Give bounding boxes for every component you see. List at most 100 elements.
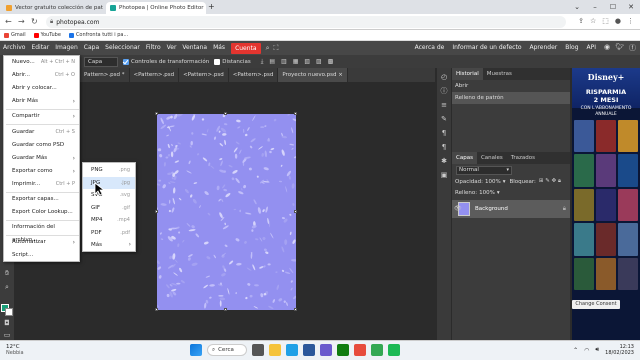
file-menu-info-archivo[interactable]: Información del archivo... <box>4 221 79 243</box>
chevron-down-icon[interactable]: ▾ <box>497 190 500 196</box>
file-menu-export-lookup[interactable]: Export Color Lookup... <box>4 206 79 219</box>
file-menu-exportar-capas[interactable]: Exportar capas... <box>4 193 79 206</box>
extensions-icon[interactable]: ⬚ <box>602 17 609 25</box>
chevron-down-icon[interactable]: ⌄ <box>568 3 586 11</box>
close-icon[interactable]: × <box>103 5 104 11</box>
file-menu-guardar-psd[interactable]: Guardar como PSD <box>4 139 79 152</box>
link-acerca[interactable]: Acerca de <box>411 41 449 55</box>
minimize-icon[interactable]: – <box>586 3 604 11</box>
url-input[interactable]: 🔒︎ photopea.com <box>46 16 566 28</box>
history-item[interactable]: Relleno de patrón <box>452 92 570 104</box>
change-consent-button[interactable]: Change Consent <box>572 300 620 309</box>
file-menu-automatizar[interactable]: Automatizar › <box>4 236 79 249</box>
export-svg[interactable]: SVG .svg <box>83 189 135 202</box>
tab-canales[interactable]: Canales <box>477 152 507 164</box>
doc-tab[interactable]: Pattern>.psd * <box>80 68 130 82</box>
reddit-icon[interactable]: ◉ <box>604 43 610 53</box>
paragraph-icon[interactable]: ¶ <box>439 142 449 152</box>
tab-trazados[interactable]: Trazados <box>507 152 539 164</box>
transform-handle[interactable] <box>224 308 227 311</box>
doc-tab[interactable]: <Pattern>.psd <box>229 68 279 82</box>
menu-imagen[interactable]: Imagen <box>52 41 81 55</box>
css-icon[interactable]: ✱ <box>439 156 449 166</box>
export-gif[interactable]: GIF .gif <box>83 202 135 215</box>
app-icon[interactable] <box>354 344 366 356</box>
forward-icon[interactable]: → <box>18 17 25 26</box>
file-menu-script[interactable]: Script... <box>4 249 79 262</box>
close-icon[interactable]: × <box>338 72 343 78</box>
menu-mas[interactable]: Más <box>210 41 228 55</box>
account-button[interactable]: Cuenta <box>231 42 261 54</box>
xbox-icon[interactable] <box>337 344 349 356</box>
close-icon[interactable]: × <box>204 5 207 11</box>
background-color-swatch[interactable] <box>5 308 13 316</box>
transform-controls-checkbox[interactable]: Controles de transformación <box>123 58 209 65</box>
character-icon[interactable]: ¶ <box>439 128 449 138</box>
zoom-icon[interactable]: ⌕ <box>2 282 12 292</box>
align-left-icon[interactable]: ▤ <box>269 58 275 66</box>
visibility-eye-icon[interactable]: 👁︎ <box>454 205 462 212</box>
task-view-icon[interactable] <box>252 344 264 356</box>
chevron-down-icon[interactable]: ▾ <box>503 179 506 185</box>
export-png[interactable]: PNG .png <box>83 164 135 177</box>
file-menu-compartir[interactable]: Compartir › <box>4 110 79 123</box>
new-tab-button[interactable]: + <box>208 2 215 11</box>
menu-capa[interactable]: Capa <box>81 41 102 55</box>
profile-icon[interactable]: ● <box>615 17 621 25</box>
lock-icons[interactable]: ⊞ ✎ ✥ 🔒︎ <box>539 178 561 185</box>
menu-editar[interactable]: Editar <box>28 41 52 55</box>
link-aprender[interactable]: Aprender <box>526 41 562 55</box>
file-menu-abrir-mas[interactable]: Abrir Más › <box>4 95 79 108</box>
history-item[interactable]: Abrir <box>452 80 570 92</box>
share-icon[interactable]: ⇪ <box>578 17 584 25</box>
export-jpg[interactable]: JPG .jpg <box>83 176 135 189</box>
bookmark-youtube[interactable]: YouTube <box>33 32 61 38</box>
start-icon[interactable] <box>190 344 202 356</box>
browser-tab-vector[interactable]: Vector gratuito colección de pat × <box>2 2 104 14</box>
file-menu-exportar-como[interactable]: Exportar como › <box>4 165 79 178</box>
opacity-input[interactable]: 100% <box>485 179 501 185</box>
back-icon[interactable]: ← <box>5 17 12 26</box>
transform-handle[interactable] <box>294 308 297 311</box>
screen-mode-icon[interactable]: ▭ <box>2 330 12 340</box>
export-mp4[interactable]: MP4 .mp4 <box>83 214 135 227</box>
transform-handle[interactable] <box>155 210 158 213</box>
file-menu-guardar[interactable]: Guardar Ctrl + S <box>4 126 79 139</box>
doc-tab-active[interactable]: Proyecto nuevo.psd × <box>278 68 348 82</box>
menu-filtro[interactable]: Filtro <box>143 41 164 55</box>
quickmask-icon[interactable]: ◘ <box>2 318 12 328</box>
properties-icon[interactable]: ≡ <box>439 100 449 110</box>
align-bottom-icon[interactable]: ▩ <box>328 58 334 66</box>
transform-handle[interactable] <box>294 112 297 115</box>
search-icon[interactable]: ⌕ <box>266 44 270 53</box>
lock-icon[interactable]: 🔒︎ <box>563 205 566 213</box>
transform-handle[interactable] <box>294 210 297 213</box>
align-right-icon[interactable]: ▦ <box>293 58 299 66</box>
fullscreen-icon[interactable]: ⛶ <box>274 44 279 53</box>
browser-tab-photopea[interactable]: Photopea | Online Photo Editor × <box>106 2 206 14</box>
transform-handle[interactable] <box>155 308 158 311</box>
wifi-icon[interactable]: ◠ <box>584 347 589 354</box>
doc-tab[interactable]: <Pattern>.psd <box>179 68 229 82</box>
bookmark-confronta[interactable]: Confronta tutti i pa... <box>68 32 128 38</box>
close-window-icon[interactable]: ✕ <box>622 3 640 11</box>
link-blog[interactable]: Blog <box>561 41 582 55</box>
blend-mode-select[interactable]: Normal <box>456 166 512 175</box>
info-icon[interactable]: ⓘ <box>439 86 449 96</box>
weather-widget[interactable]: 12°C Nebbia <box>6 344 24 356</box>
reload-icon[interactable]: ↻ <box>31 17 38 26</box>
menu-ventana[interactable]: Ventana <box>179 41 210 55</box>
align-center-icon[interactable]: ▥ <box>281 58 287 66</box>
twitter-icon[interactable]: 🐦︎ <box>615 43 624 53</box>
doc-tab[interactable]: <Pattern>.psd <box>130 68 180 82</box>
link-api[interactable]: API <box>583 41 601 55</box>
file-menu-imprimir[interactable]: Imprimir... Ctrl + P <box>4 178 79 191</box>
export-mas[interactable]: Más › <box>83 239 135 252</box>
history-icon[interactable]: ◴ <box>439 72 449 82</box>
distances-checkbox[interactable]: Distancias <box>214 58 251 65</box>
facebook-icon[interactable]: ⓕ <box>629 43 636 53</box>
star-icon[interactable]: ☆ <box>590 17 596 25</box>
file-menu-nuevo[interactable]: Nuevo... Alt + Ctrl + N <box>4 56 79 69</box>
maximize-icon[interactable]: ☐ <box>604 3 622 11</box>
clock[interactable]: 12:13 18/02/2023 <box>605 344 634 356</box>
